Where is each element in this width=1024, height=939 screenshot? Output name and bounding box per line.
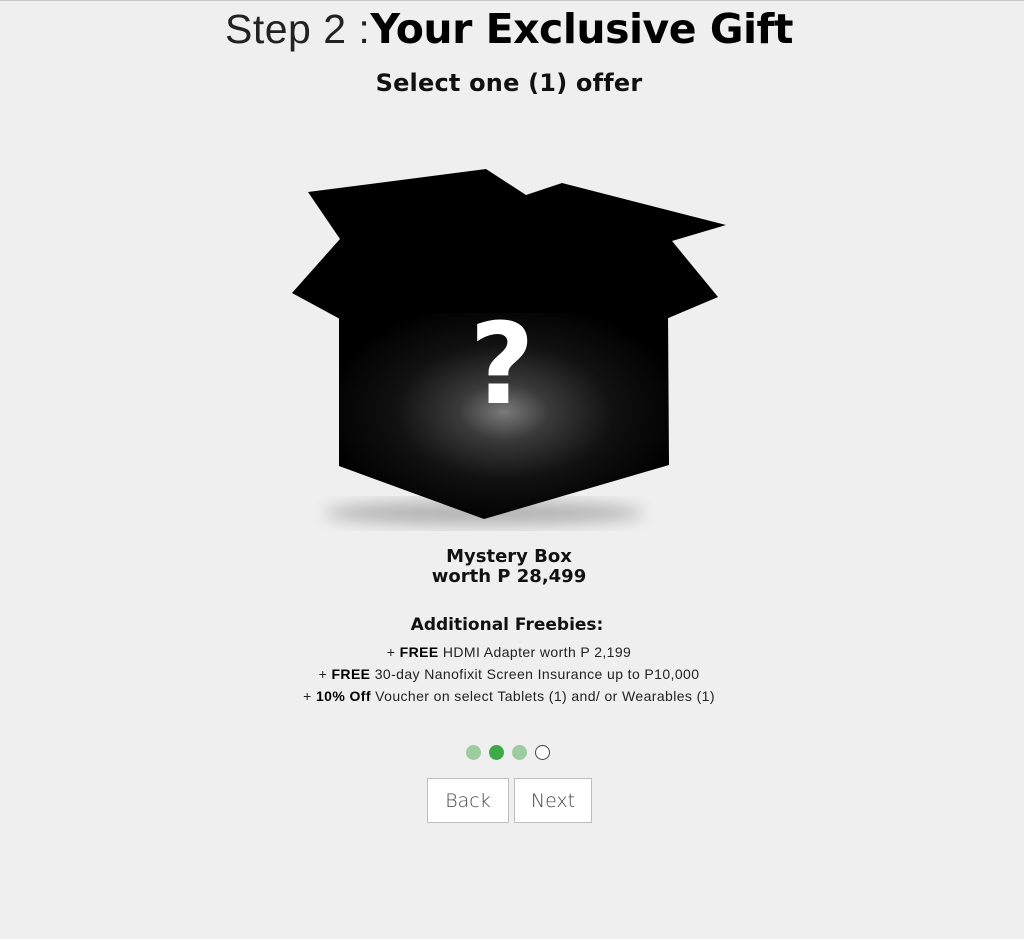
freebies-list: + FREE HDMI Adapter worth P 2,199 + FREE… [0, 641, 1018, 707]
step-dot-3 [512, 745, 527, 760]
step-dot-1 [466, 745, 481, 760]
gift-label: Mystery Box worth P 28,499 [0, 547, 1018, 587]
mystery-box-option[interactable]: ? [288, 161, 732, 531]
back-button[interactable]: Back [427, 778, 509, 823]
step-dot-4 [535, 745, 550, 760]
next-button[interactable]: Next [514, 778, 592, 823]
offer-instruction: Select one (1) offer [375, 69, 643, 97]
page-title: Step 2 :Your Exclusive Gift [0, 5, 1018, 53]
step-progress-dots [466, 745, 550, 761]
gift-title: Your Exclusive Gift [370, 5, 793, 53]
gift-worth: worth P 28,499 [431, 566, 587, 587]
step-navigation: Back Next [427, 778, 592, 823]
mystery-box-icon: ? [292, 169, 726, 525]
freebies-heading: Additional Freebies: [410, 615, 604, 635]
question-mark-icon: ? [470, 300, 535, 430]
gift-name: Mystery Box [446, 546, 572, 567]
step-label: Step 2 : [224, 6, 371, 52]
step-dot-2 [489, 745, 504, 760]
freebie-item: + FREE HDMI Adapter worth P 2,199 [386, 644, 632, 660]
freebie-item: + FREE 30-day Nanofixit Screen Insurance… [318, 666, 700, 682]
freebie-item: + 10% Off Voucher on select Tablets (1) … [303, 688, 715, 704]
